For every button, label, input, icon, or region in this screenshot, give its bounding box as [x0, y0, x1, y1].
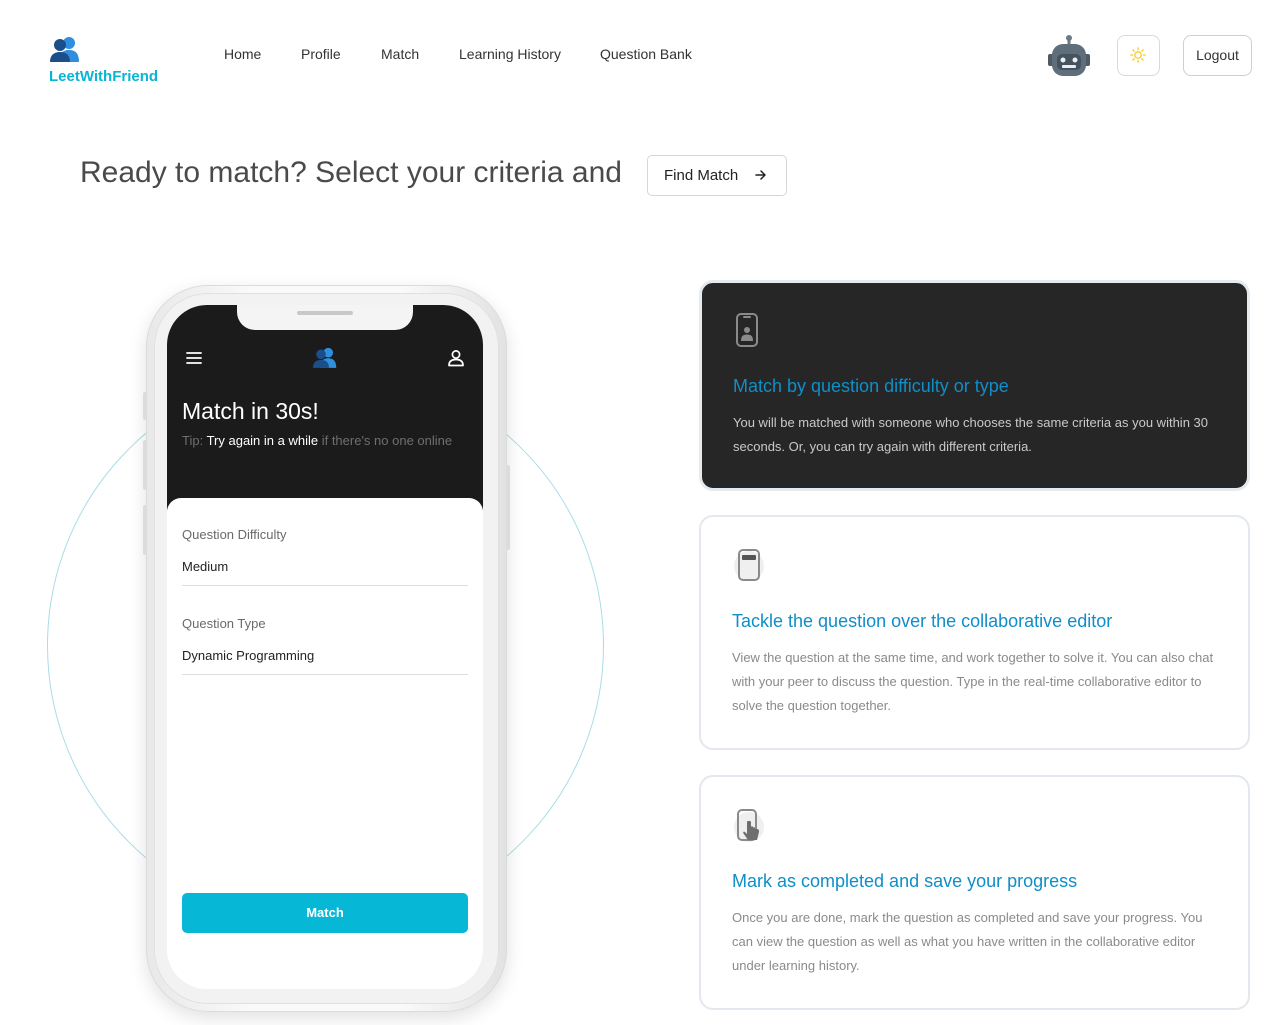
nav-profile[interactable]: Profile	[301, 46, 341, 62]
find-match-button[interactable]: Find Match	[647, 155, 787, 196]
phone-editor-icon	[734, 549, 764, 581]
type-label: Question Type	[182, 616, 266, 631]
feature-title: Tackle the question over the collaborati…	[732, 611, 1113, 631]
divider	[182, 585, 468, 586]
phone-notch	[237, 305, 413, 330]
phone-tap-icon	[734, 809, 764, 842]
tip-highlight: Try again in a while	[206, 433, 319, 448]
speaker-bar	[297, 311, 353, 315]
feature-title: Mark as completed and save your progress	[732, 871, 1078, 891]
robot-avatar-icon[interactable]	[1046, 34, 1092, 78]
arrow-right-icon	[755, 170, 766, 180]
match-tip: Tip: Try again in a while if there's no …	[182, 429, 462, 453]
feature-description: You will be matched with someone who cho…	[733, 415, 1208, 454]
phone-side-button	[143, 440, 147, 490]
phone-header: Match in 30s! Tip: Try again in a while …	[167, 305, 483, 510]
nav-question-bank[interactable]: Question Bank	[600, 46, 692, 62]
type-select[interactable]: Dynamic Programming	[182, 648, 314, 663]
tip-suffix: if there's no one online	[318, 433, 453, 448]
nav-match[interactable]: Match	[381, 46, 419, 62]
theme-toggle-button[interactable]	[1117, 35, 1160, 76]
menu-icon[interactable]	[186, 351, 202, 365]
phone-side-button	[143, 392, 147, 420]
brand-logo[interactable]: LeetWithFriend	[49, 34, 179, 90]
feature-card-progress: Mark as completed and save your progress…	[699, 775, 1250, 1010]
match-form: Question Difficulty Medium Question Type…	[167, 498, 483, 989]
phone-side-button	[506, 465, 510, 550]
sun-icon	[1130, 47, 1146, 63]
tip-prefix: Tip:	[182, 433, 207, 448]
feature-description: View the question at the same time, and …	[732, 650, 1214, 713]
nav-home[interactable]: Home	[224, 46, 261, 62]
page-title: Ready to match? Select your criteria and	[80, 156, 622, 189]
brand-name: LeetWithFriend	[49, 68, 159, 85]
users-logo-icon	[313, 347, 337, 368]
match-title: Match in 30s!	[182, 398, 319, 424]
logout-button[interactable]: Logout	[1183, 35, 1252, 76]
phone-side-button	[143, 505, 147, 555]
feature-card-match: Match by question difficulty or type You…	[699, 280, 1250, 491]
divider	[182, 674, 468, 675]
difficulty-label: Question Difficulty	[182, 527, 287, 542]
feature-description: Once you are done, mark the question as …	[732, 910, 1203, 973]
user-icon[interactable]	[447, 349, 465, 367]
feature-title: Match by question difficulty or type	[733, 376, 1009, 396]
users-logo-icon	[50, 37, 79, 62]
nav-learning-history[interactable]: Learning History	[459, 46, 561, 62]
phone-screen: Match in 30s! Tip: Try again in a while …	[167, 305, 483, 989]
feature-card-editor: Tackle the question over the collaborati…	[699, 515, 1250, 750]
phone-person-icon	[736, 313, 758, 347]
find-match-label: Find Match	[664, 167, 739, 184]
match-button[interactable]: Match	[182, 893, 468, 933]
difficulty-select[interactable]: Medium	[182, 559, 228, 574]
